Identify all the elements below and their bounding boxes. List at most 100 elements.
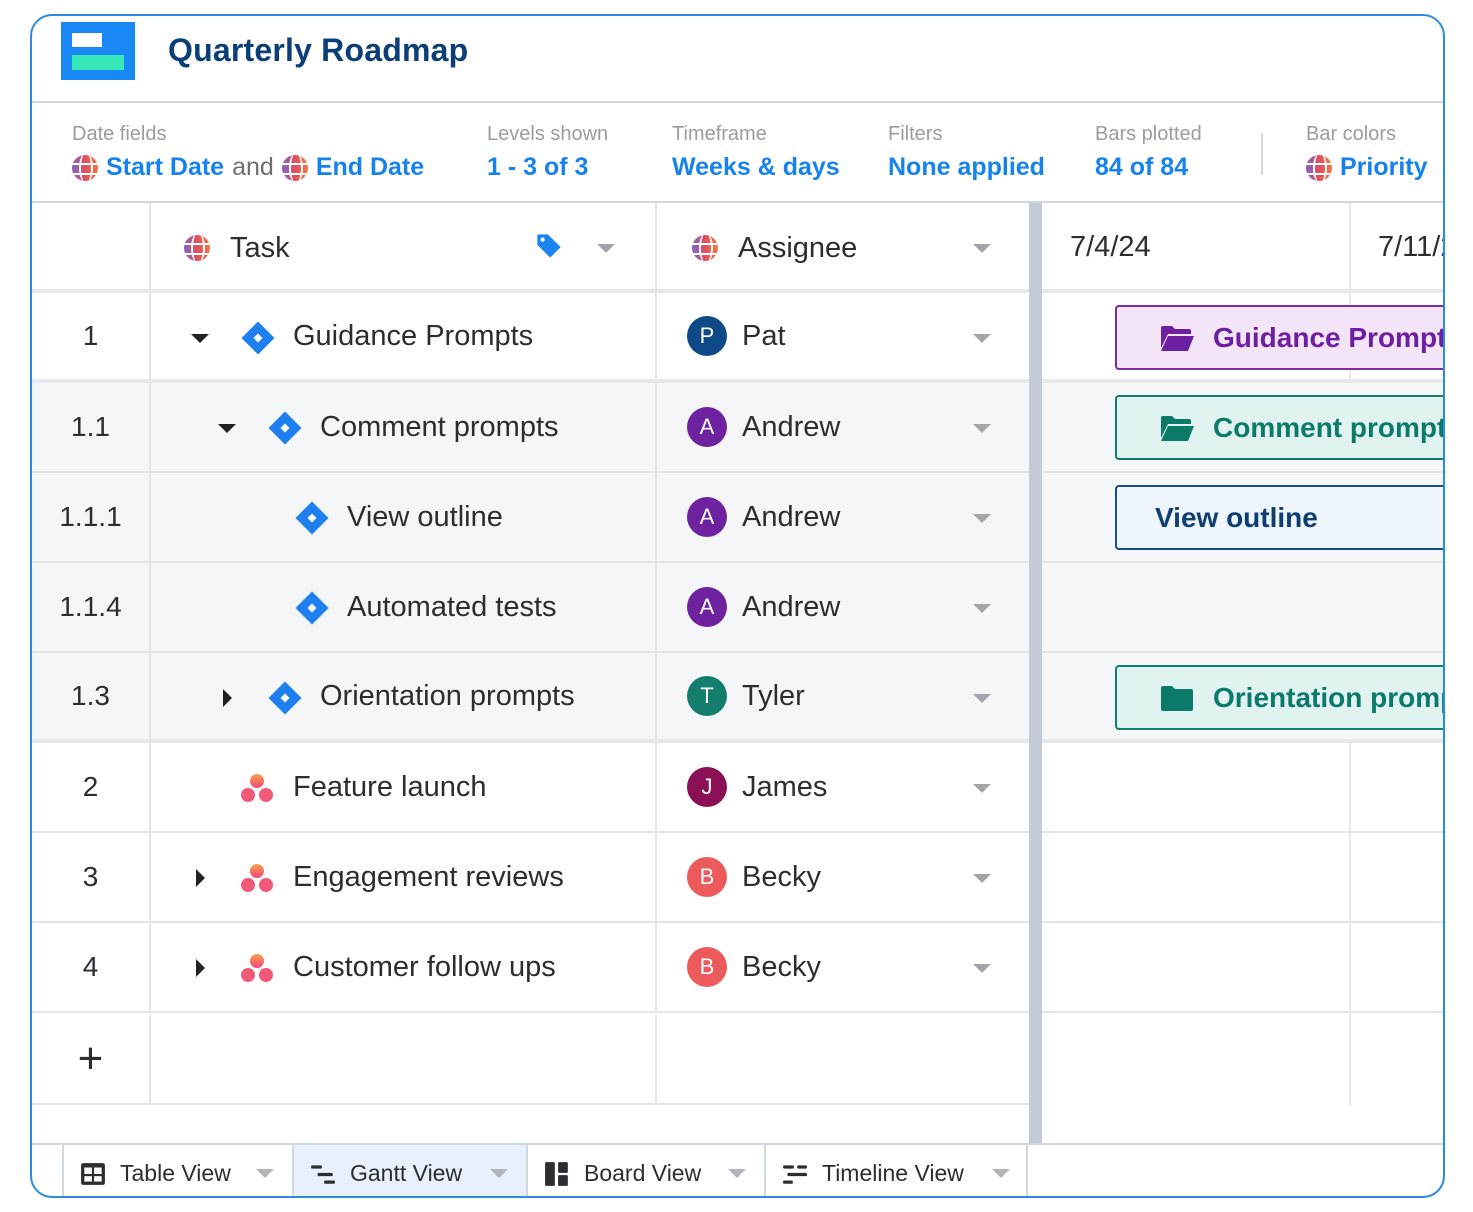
- table-row[interactable]: 3 Engagement reviews B Becky: [32, 833, 1029, 923]
- start-date-link[interactable]: Start Date: [106, 153, 224, 182]
- chevron-down-icon[interactable]: [973, 604, 991, 613]
- row-number: 3: [32, 833, 151, 921]
- gantt-bar[interactable]: Guidance Prompts: [1115, 305, 1445, 370]
- assignee-name: Andrew: [742, 410, 841, 443]
- add-row-button[interactable]: +: [32, 1015, 151, 1103]
- task-cell[interactable]: Comment prompts: [151, 383, 657, 471]
- empty-cell: [657, 1015, 1029, 1103]
- task-cell[interactable]: Customer follow ups: [151, 923, 657, 1011]
- assignee-cell[interactable]: B Becky: [657, 833, 1029, 921]
- task-cell[interactable]: Engagement reviews: [151, 833, 657, 921]
- task-name: Comment prompts: [320, 410, 559, 443]
- avatar: B: [687, 857, 727, 897]
- task-grid: Task Assignee 1 Guidance Prompts P Pat 1…: [32, 203, 1443, 1145]
- task-cell[interactable]: View outline: [151, 473, 657, 561]
- folder-open-icon: [1161, 415, 1194, 441]
- gantt-row: [1042, 743, 1443, 833]
- task-name: Engagement reviews: [293, 860, 564, 893]
- task-cell[interactable]: Automated tests: [151, 563, 657, 651]
- globe-icon: [1306, 154, 1332, 181]
- assignee-cell[interactable]: P Pat: [657, 293, 1029, 379]
- chevron-down-icon[interactable]: [728, 1169, 746, 1178]
- chevron-down-icon[interactable]: [973, 964, 991, 973]
- chevron-down-icon[interactable]: [973, 784, 991, 793]
- tab-gantt-view[interactable]: Gantt View: [292, 1145, 526, 1196]
- gantt-row: Comment prompts: [1042, 383, 1443, 473]
- gantt-row: Orientation prompts: [1042, 653, 1443, 743]
- levels-link[interactable]: 1 - 3 of 3: [487, 153, 608, 182]
- roadmap-window: Quarterly Roadmap Date fields Start Date…: [30, 14, 1445, 1198]
- setting-label: Bars plotted: [1095, 123, 1202, 145]
- table-row[interactable]: 1.1 Comment prompts A Andrew: [32, 383, 1029, 473]
- bar-colors-link[interactable]: Priority: [1340, 153, 1428, 182]
- assignee-cell[interactable]: A Andrew: [657, 473, 1029, 561]
- assignee-cell[interactable]: A Andrew: [657, 563, 1029, 651]
- chevron-down-icon[interactable]: [256, 1169, 274, 1178]
- gantt-bar-label: Guidance Prompts: [1213, 321, 1445, 353]
- setting-timeframe: Timeframe Weeks & days: [672, 123, 840, 182]
- filters-link[interactable]: None applied: [888, 153, 1045, 182]
- chevron-down-icon[interactable]: [597, 244, 615, 253]
- pane-splitter[interactable]: [1029, 203, 1042, 1145]
- expand-caret-icon[interactable]: [196, 869, 205, 887]
- jira-icon: [268, 411, 302, 445]
- task-cell[interactable]: Orientation prompts: [151, 653, 657, 739]
- table-row[interactable]: 2 Feature launch J James: [32, 743, 1029, 833]
- table-row[interactable]: 1.1.4 Automated tests A Andrew: [32, 563, 1029, 653]
- asana-icon: [241, 954, 273, 982]
- task-cell[interactable]: Feature launch: [151, 743, 657, 831]
- end-date-link[interactable]: End Date: [316, 153, 424, 182]
- row-number: 1.1.4: [32, 563, 151, 651]
- gantt-row: [1042, 563, 1443, 653]
- chevron-down-icon[interactable]: [992, 1169, 1010, 1178]
- row-number: 1.1: [32, 383, 151, 471]
- row-number: 2: [32, 743, 151, 831]
- task-name: Automated tests: [347, 590, 557, 623]
- chevron-down-icon[interactable]: [973, 334, 991, 343]
- setting-bar-colors: Bar colors Priority: [1306, 123, 1428, 182]
- bars-plotted-link[interactable]: 84 of 84: [1095, 153, 1202, 182]
- tag-icon[interactable]: [535, 232, 563, 260]
- table-row[interactable]: 1 Guidance Prompts P Pat: [32, 293, 1029, 383]
- tab-table-view[interactable]: Table View: [62, 1145, 292, 1196]
- table-row[interactable]: 1.1.1 View outline A Andrew: [32, 473, 1029, 563]
- view-settings-bar: Date fields Start Date and End Date Leve…: [32, 103, 1443, 203]
- assignee-cell[interactable]: B Becky: [657, 923, 1029, 1011]
- chevron-down-icon[interactable]: [490, 1169, 508, 1178]
- asana-icon: [241, 774, 273, 802]
- chevron-down-icon[interactable]: [973, 694, 991, 703]
- tab-label: Gantt View: [350, 1160, 463, 1186]
- avatar: A: [687, 407, 727, 447]
- collapse-caret-icon[interactable]: [191, 334, 209, 343]
- assignee-cell[interactable]: J James: [657, 743, 1029, 831]
- setting-label: Bar colors: [1306, 123, 1397, 145]
- assignee-cell[interactable]: A Andrew: [657, 383, 1029, 471]
- tab-label: Table View: [120, 1160, 231, 1186]
- task-name: Customer follow ups: [293, 950, 556, 983]
- table-row[interactable]: 4 Customer follow ups B Becky: [32, 923, 1029, 1013]
- assignee-cell[interactable]: T Tyler: [657, 653, 1029, 739]
- task-column-header[interactable]: Task: [151, 203, 657, 293]
- chevron-down-icon[interactable]: [973, 424, 991, 433]
- tab-board-view[interactable]: Board View: [526, 1145, 764, 1196]
- assignee-name: James: [742, 770, 828, 803]
- gantt-bar[interactable]: View outline: [1115, 485, 1443, 550]
- timeframe-link[interactable]: Weeks & days: [672, 153, 840, 182]
- gantt-bar[interactable]: Orientation prompts: [1115, 665, 1443, 730]
- setting-label: Levels shown: [487, 123, 609, 145]
- tab-timeline-view[interactable]: Timeline View: [764, 1145, 1028, 1196]
- chevron-down-icon[interactable]: [973, 874, 991, 883]
- gantt-date-label: 7/11/24: [1378, 231, 1443, 263]
- collapse-caret-icon[interactable]: [218, 424, 236, 433]
- jira-icon: [268, 681, 302, 715]
- expand-caret-icon[interactable]: [196, 959, 205, 977]
- assignee-column-header[interactable]: Assignee: [657, 203, 1029, 293]
- expand-caret-icon[interactable]: [223, 689, 232, 707]
- chevron-down-icon[interactable]: [973, 514, 991, 523]
- gantt-row: Guidance Prompts: [1042, 293, 1445, 383]
- gantt-bar[interactable]: Comment prompts: [1115, 395, 1443, 460]
- gantt-icon: [311, 1164, 335, 1184]
- table-row[interactable]: 1.3 Orientation prompts T Tyler: [32, 653, 1029, 743]
- chevron-down-icon[interactable]: [973, 244, 991, 253]
- task-cell[interactable]: Guidance Prompts: [151, 293, 657, 379]
